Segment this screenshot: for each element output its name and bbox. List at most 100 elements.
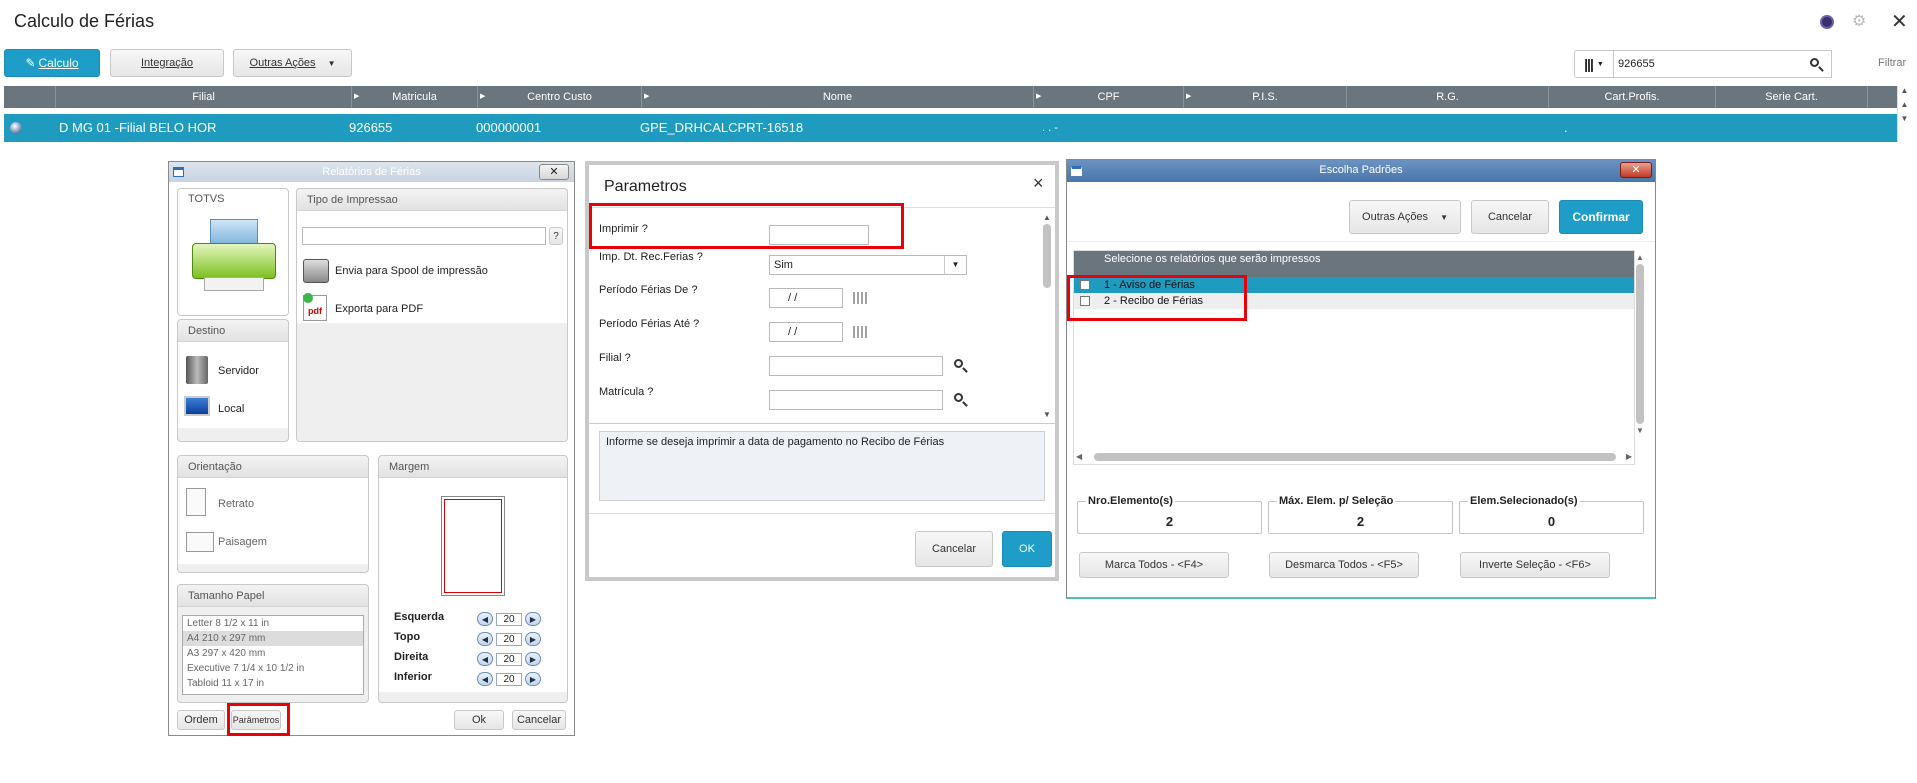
outras-acoes-button[interactable]: Outras Ações ▼ <box>233 49 352 77</box>
paper-option[interactable]: Tabloid 11 x 17 in <box>183 676 363 691</box>
scroll-down-icon[interactable]: ▼ <box>1898 114 1911 128</box>
margin-value[interactable]: 20 <box>496 632 522 646</box>
scroll-left-icon[interactable]: ◀ <box>1076 452 1082 461</box>
search-icon[interactable] <box>1810 58 1819 67</box>
margin-value[interactable]: 20 <box>496 652 522 666</box>
pdf-label: Exporta para PDF <box>335 303 424 315</box>
param-scrollbar[interactable]: ▲ ▼ <box>1041 213 1053 419</box>
scroll-down-icon[interactable]: ▼ <box>1634 426 1646 435</box>
escolha-list-header: Selecione os relatórios que serão impres… <box>1074 251 1634 277</box>
scroll-thumb[interactable] <box>1636 264 1644 424</box>
calculo-button[interactable]: ✎ Calculo <box>4 49 100 77</box>
gear-icon[interactable]: ⚙ <box>1852 11 1866 31</box>
escolha-outras-acoes-button[interactable]: Outras Ações ▼ <box>1349 200 1461 234</box>
spool-option[interactable]: Envia para Spool de impressão <box>303 257 503 285</box>
integracao-label: Integração <box>141 57 193 69</box>
servidor-option[interactable]: Servidor <box>184 356 284 384</box>
param-input-filial[interactable] <box>769 356 943 376</box>
margin-value[interactable]: 20 <box>496 612 522 626</box>
cancelar-button[interactable]: Cancelar <box>512 710 566 730</box>
paper-option[interactable]: Letter 8 1/2 x 11 in <box>183 616 363 631</box>
retrato-option[interactable]: Retrato <box>186 488 306 516</box>
arrow-right-icon[interactable]: ▶ <box>525 632 541 646</box>
param-input-matricula[interactable] <box>769 390 943 410</box>
escolha-vscroll[interactable]: ▲ ▼ <box>1634 251 1646 466</box>
param-input-periodo-ate[interactable]: / / <box>769 322 843 342</box>
arrow-right-icon[interactable]: ▶ <box>525 612 541 626</box>
search-icon[interactable] <box>954 393 963 402</box>
paper-option-selected[interactable]: A4 210 x 297 mm <box>183 631 363 646</box>
escolha-cancelar-button[interactable]: Cancelar <box>1471 200 1549 234</box>
margin-stepper-inferior[interactable]: ◀ 20 ▶ <box>477 672 541 686</box>
grid-column-filial[interactable]: Filial <box>56 86 352 108</box>
table-row[interactable]: D MG 01 -Filial BELO HOR 926655 00000000… <box>4 114 1897 142</box>
margin-stepper-esquerda[interactable]: ◀ 20 ▶ <box>477 612 541 626</box>
grid-column-cpf[interactable]: ▶ CPF <box>1034 86 1184 108</box>
search-icon[interactable] <box>954 359 963 368</box>
scroll-up-icon[interactable]: ▲ <box>1898 100 1911 114</box>
arrow-left-icon[interactable]: ◀ <box>477 652 493 666</box>
param-select-imp-dt[interactable]: Sim ▼ <box>769 255 967 275</box>
grid-column-pis[interactable]: ▶ P.I.S. <box>1184 86 1347 108</box>
scroll-down-icon[interactable]: ▼ <box>1041 410 1053 419</box>
inverte-selecao-button[interactable]: Inverte Seleção - <F6> <box>1460 552 1610 578</box>
filtrar-link[interactable]: Filtrar <box>1878 57 1906 69</box>
grid-column-serie-cart[interactable]: Serie Cart. <box>1716 86 1868 108</box>
scroll-right-icon[interactable]: ▶ <box>1626 452 1632 461</box>
grid-scrollbar[interactable]: ▲ ▲ ▼ <box>1897 86 1911 142</box>
close-icon[interactable]: ✕ <box>1891 9 1908 34</box>
margin-stepper-direita[interactable]: ◀ 20 ▶ <box>477 652 541 666</box>
desmarca-todos-button[interactable]: Desmarca Todos - <F5> <box>1269 552 1419 578</box>
scroll-up-icon[interactable]: ▲ <box>1898 86 1911 100</box>
escolha-confirmar-button[interactable]: Confirmar <box>1559 200 1643 234</box>
paisagem-option[interactable]: Paisagem <box>186 530 306 554</box>
scroll-up-icon[interactable]: ▲ <box>1634 253 1646 262</box>
scroll-up-icon[interactable]: ▲ <box>1041 213 1053 222</box>
paisagem-label: Paisagem <box>218 536 267 548</box>
scroll-thumb[interactable] <box>1094 453 1616 461</box>
grid-column-rg[interactable]: R.G. <box>1347 86 1549 108</box>
calendar-icon[interactable] <box>853 326 869 338</box>
local-option[interactable]: Local <box>184 394 284 422</box>
grid-column-centro-custo[interactable]: ▶ Centro Custo <box>478 86 642 108</box>
pdf-option[interactable]: pdf Exporta para PDF <box>303 293 503 323</box>
monitor-icon <box>184 396 210 416</box>
column-selector[interactable]: ||| ▼ <box>1574 50 1614 78</box>
arrow-left-icon[interactable]: ◀ <box>477 632 493 646</box>
grid-column-cart-profis[interactable]: Cart.Profis. <box>1549 86 1716 108</box>
user-icon[interactable] <box>1820 15 1834 29</box>
arrow-right-icon[interactable]: ▶ <box>525 672 541 686</box>
arrow-left-icon[interactable]: ◀ <box>477 672 493 686</box>
arrow-right-icon[interactable]: ▶ <box>525 652 541 666</box>
margin-label-topo: Topo <box>394 631 421 643</box>
grid-column-matricula[interactable]: ▶ Matricula <box>352 86 478 108</box>
paper-option[interactable]: A3 297 x 420 mm <box>183 646 363 661</box>
paper-list[interactable]: Letter 8 1/2 x 11 in A4 210 x 297 mm A3 … <box>182 615 364 695</box>
relatorios-close-button[interactable]: ✕ <box>539 164 569 180</box>
calendar-icon[interactable] <box>853 292 869 304</box>
escolha-close-button[interactable]: ✕ <box>1620 162 1652 178</box>
paper-option[interactable]: Executive 7 1/4 x 10 1/2 in <box>183 661 363 676</box>
destino-title: Destino <box>178 320 288 342</box>
spool-printer-icon <box>303 259 329 283</box>
ok-button[interactable]: Ok <box>454 710 504 730</box>
arrow-left-icon[interactable]: ◀ <box>477 612 493 626</box>
parametros-close-button[interactable]: × <box>1033 173 1044 194</box>
margin-stepper-topo[interactable]: ◀ 20 ▶ <box>477 632 541 646</box>
scroll-thumb[interactable] <box>1043 224 1051 288</box>
impressora-input[interactable] <box>302 227 546 245</box>
integracao-button[interactable]: Integração <box>110 49 224 77</box>
param-input-periodo-de[interactable]: / / <box>769 288 843 308</box>
grid-column-nome[interactable]: ▶ Nome <box>642 86 1034 108</box>
param-cancelar-button[interactable]: Cancelar <box>915 531 993 567</box>
search-input[interactable]: 926655 <box>1614 50 1832 78</box>
escolha-hscroll[interactable]: ◀ ▶ <box>1074 450 1634 464</box>
margin-value[interactable]: 20 <box>496 672 522 686</box>
escolha-bottom-accent <box>1067 597 1655 599</box>
tipo-impressao-frame: Tipo de Impressao ? Envia para Spool de … <box>296 188 568 442</box>
ordem-button[interactable]: Ordem <box>177 710 225 730</box>
help-button[interactable]: ? <box>549 227 563 245</box>
marca-todos-button[interactable]: Marca Todos - <F4> <box>1079 552 1229 578</box>
param-ok-button[interactable]: OK <box>1002 531 1052 567</box>
param-label-periodo-ate: Período Férias Até ? <box>599 318 700 330</box>
